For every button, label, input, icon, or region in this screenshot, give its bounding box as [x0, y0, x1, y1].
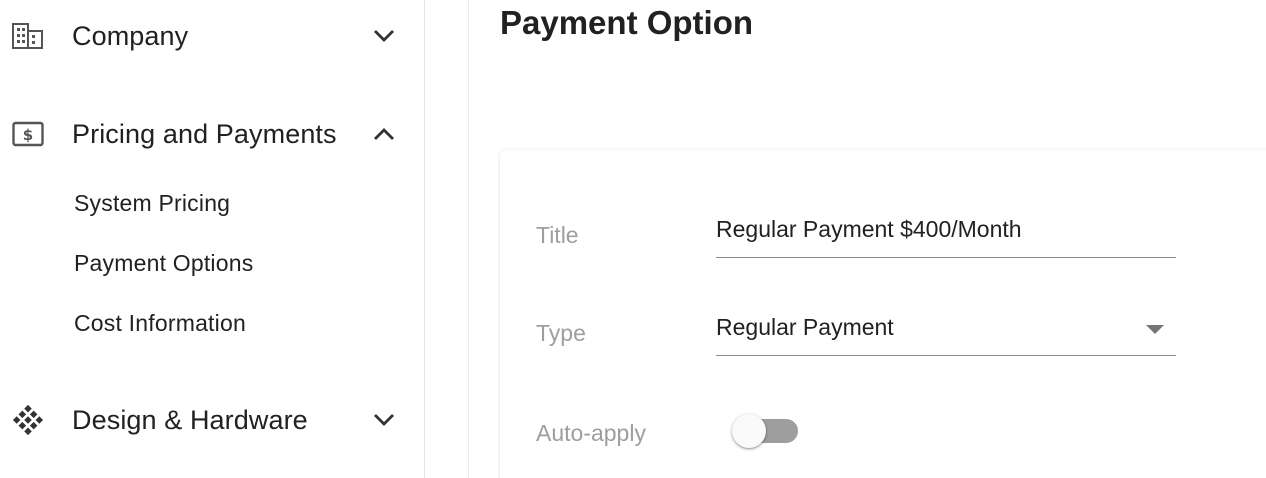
type-select[interactable]: Regular Payment	[716, 310, 1176, 356]
type-label: Type	[536, 320, 586, 346]
page-title: Payment Option	[500, 4, 754, 41]
sidebar-section-pricing-and-payments[interactable]: $ Pricing and Payments	[0, 106, 424, 162]
sidebar-item-system-pricing[interactable]: System Pricing	[74, 190, 230, 217]
sidebar: Company $ Pricing and Payments System Pr…	[0, 0, 425, 478]
svg-text:$: $	[23, 126, 33, 144]
type-select-value: Regular Payment	[716, 314, 894, 340]
chevron-down-icon	[370, 22, 398, 50]
dropdown-arrow-icon	[1146, 325, 1164, 334]
chevron-up-icon	[370, 120, 398, 148]
building-icon	[12, 20, 44, 52]
sidebar-section-design-hardware[interactable]: Design & Hardware	[0, 392, 424, 448]
auto-apply-label: Auto-apply	[536, 420, 646, 446]
money-icon: $	[12, 118, 44, 150]
sidebar-section-label: Company	[72, 20, 189, 51]
grid-diamond-icon	[12, 404, 44, 436]
sidebar-section-label: Design & Hardware	[72, 404, 308, 435]
chevron-down-icon	[370, 406, 398, 434]
sidebar-section-company[interactable]: Company	[0, 8, 424, 64]
sidebar-item-cost-information[interactable]: Cost Information	[74, 310, 246, 337]
sidebar-section-label: Pricing and Payments	[72, 118, 337, 149]
toggle-thumb	[732, 414, 766, 448]
auto-apply-toggle[interactable]	[732, 412, 800, 452]
title-field[interactable]: Regular Payment $400/Month	[716, 212, 1176, 258]
divider	[468, 0, 469, 478]
title-label: Title	[536, 222, 579, 248]
title-field-value: Regular Payment $400/Month	[716, 216, 1022, 242]
sidebar-item-payment-options[interactable]: Payment Options	[74, 250, 253, 277]
